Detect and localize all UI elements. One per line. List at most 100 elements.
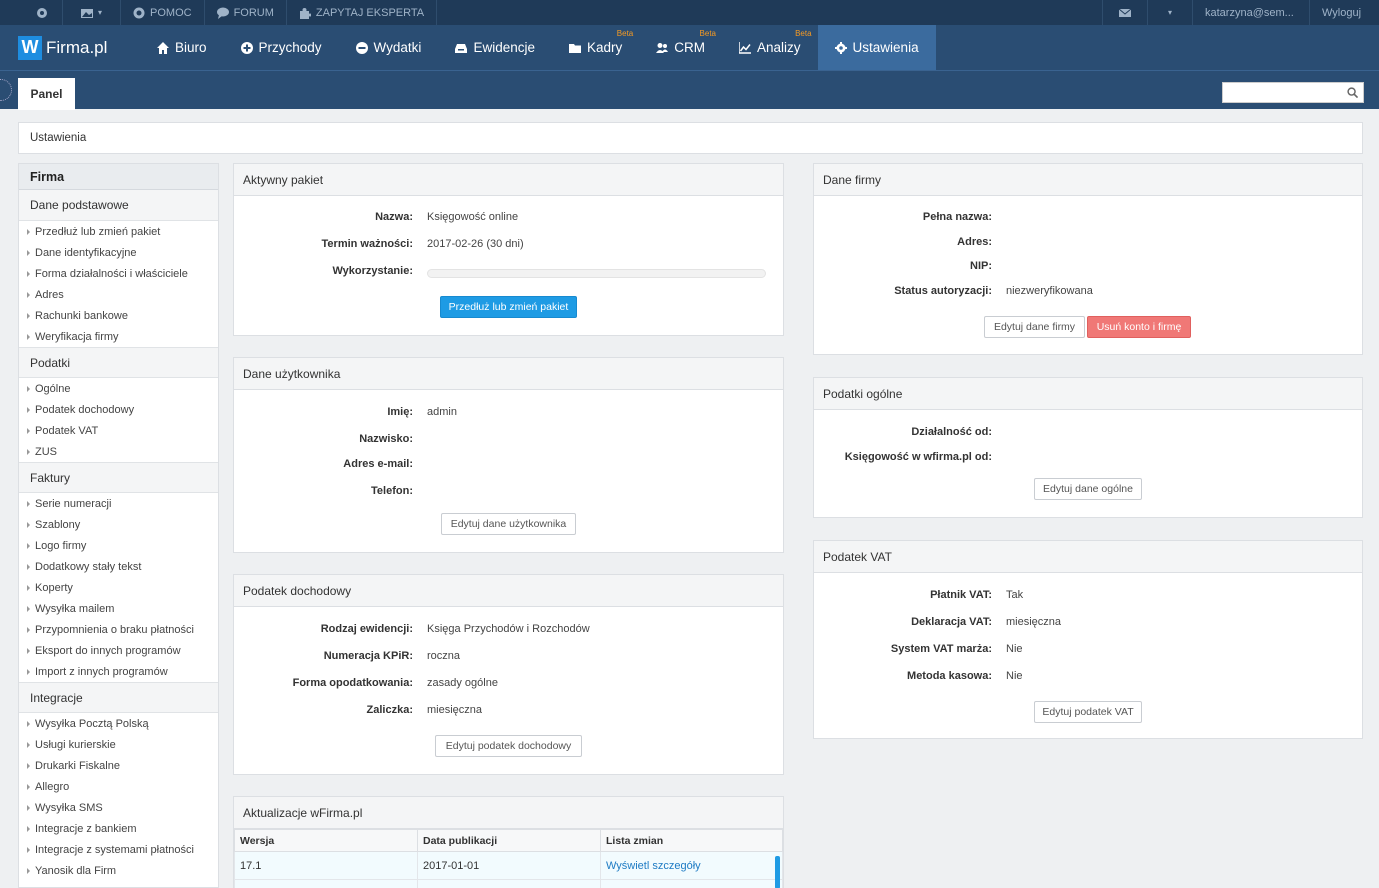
sidebar-item[interactable]: Podatek VAT — [19, 420, 218, 441]
field-row: Pełna nazwa: — [814, 211, 1362, 227]
users-icon — [656, 42, 669, 53]
sidebar-item[interactable]: Logo firmy — [19, 535, 218, 556]
tab-panel[interactable]: Panel — [18, 78, 75, 110]
nav-ewidencje[interactable]: Ewidencje — [438, 25, 552, 70]
nav-analizy[interactable]: Analizy Beta — [722, 25, 818, 70]
nav-biuro[interactable]: Biuro — [140, 25, 224, 70]
sidebar-item[interactable]: Wysyłka SMS — [19, 797, 218, 818]
column-header-version: Wersja — [234, 829, 418, 852]
top-bar-right: ▾ katarzyna@sem... Wyloguj — [1101, 0, 1379, 25]
logo-name: Firma.pl — [46, 37, 108, 57]
sidebar-item[interactable]: Drukarki Fiskalne — [19, 755, 218, 776]
caret-right-icon — [27, 647, 30, 654]
minus-circle-icon — [355, 41, 368, 54]
sidebar-item[interactable]: Allegro — [19, 776, 218, 797]
extend-package-button[interactable]: Przedłuż lub zmień pakiet — [440, 296, 577, 318]
sidebar-item[interactable]: Wysyłka mailem — [19, 598, 218, 619]
vat-margin-label: System VAT marża: — [890, 643, 992, 655]
caret-right-icon — [27, 584, 30, 591]
sidebar-item[interactable]: Przypomnienia o braku płatności — [19, 619, 218, 640]
media-menu[interactable]: ▾ — [63, 0, 122, 25]
nav-label: Biuro — [175, 40, 207, 55]
sidebar-item-label: Serie numeracji — [35, 497, 112, 510]
sidebar-item[interactable]: Podatek dochodowy — [19, 399, 218, 420]
help-link[interactable]: POMOC — [121, 0, 205, 25]
kpir-numbering-value: roczna — [427, 650, 461, 662]
sidebar-item[interactable]: Szablony — [19, 514, 218, 535]
messages-button[interactable] — [1101, 0, 1147, 25]
sidebar-item[interactable]: Serie numeracji — [19, 493, 218, 514]
logout-link[interactable]: Wyloguj — [1309, 0, 1379, 25]
field-row: Zaliczka: miesięczna — [234, 704, 783, 720]
table-row: 17.1 2017-01-01 Wyświetl szczegóły — [234, 851, 783, 880]
caret-right-icon — [27, 605, 30, 612]
sidebar-item-label: Podatek VAT — [35, 424, 99, 437]
sidebar-item[interactable]: ZUS — [19, 441, 218, 462]
vat-declaration-value: miesięczna — [1006, 616, 1062, 628]
delete-account-button[interactable]: Usuń konto i firmę — [1087, 316, 1191, 338]
sidebar-item[interactable]: Adres — [19, 284, 218, 305]
comment-icon — [216, 7, 229, 19]
gear-icon — [834, 41, 847, 54]
show-details-link[interactable]: Wyświetl szczegóły — [606, 860, 701, 872]
panel-title: Dane firmy — [814, 164, 1362, 196]
notifications-dropdown[interactable]: ▾ — [1146, 0, 1192, 25]
sidebar-item[interactable]: Usługi kurierskie — [19, 734, 218, 755]
sidebar-item-label: Ogólne — [35, 382, 71, 395]
nav-kadry[interactable]: Kadry Beta — [552, 25, 639, 70]
nav-label: Analizy — [757, 40, 801, 55]
sidebar-item[interactable]: Koperty — [19, 577, 218, 598]
search-icon[interactable] — [1347, 87, 1358, 98]
sidebar-item[interactable]: Integracje z systemami płatności — [19, 839, 218, 860]
sidebar-item[interactable]: Przedłuż lub zmień pakiet — [19, 221, 218, 242]
search-box[interactable] — [1222, 82, 1364, 103]
record-type-value: Księga Przychodów i Rozchodów — [427, 623, 590, 635]
sidebar-item[interactable]: Dane identyfikacyjne — [19, 242, 218, 263]
sidebar-item[interactable]: Wysyłka Pocztą Polską — [19, 713, 218, 734]
edit-company-button[interactable]: Edytuj dane firmy — [984, 316, 1085, 338]
sidebar-item-label: Adres — [35, 288, 64, 301]
user-menu[interactable]: katarzyna@sem... — [1192, 0, 1309, 25]
sidebar-item[interactable]: Ogólne — [19, 378, 218, 399]
nav-wydatki[interactable]: Wydatki — [339, 25, 439, 70]
sidebar-item[interactable]: Yanosik dla Firm — [19, 860, 218, 881]
search-input[interactable] — [1223, 83, 1341, 102]
sidebar-item[interactable]: Forma działalności i właściciele — [19, 263, 218, 284]
cash-method-label: Metoda kasowa: — [907, 670, 992, 682]
sidebar-item[interactable]: Import z innych programów — [19, 661, 218, 682]
field-row: NIP: — [814, 260, 1362, 276]
sidebar-item[interactable]: Weryfikacja firmy — [19, 326, 218, 347]
sidebar-item[interactable]: Dodatkowy stały tekst — [19, 556, 218, 577]
sidebar-item[interactable]: Rachunki bankowe — [19, 305, 218, 326]
logo[interactable]: W Firma.pl — [0, 25, 140, 70]
caret-right-icon — [27, 500, 30, 507]
first-name-label: Imię: — [387, 406, 413, 418]
sidebar-item[interactable]: Eksport do innych programów — [19, 640, 218, 661]
edit-vat-button[interactable]: Edytuj podatek VAT — [1034, 701, 1142, 723]
panel-title: Dane użytkownika — [234, 358, 783, 390]
breadcrumb-item[interactable]: Ustawienia — [30, 132, 86, 144]
edit-user-button[interactable]: Edytuj dane użytkownika — [441, 513, 576, 535]
table-scrollbar[interactable] — [775, 856, 780, 888]
settings-menu[interactable] — [0, 0, 63, 25]
sidebar-item[interactable]: Integracje z bankiem — [19, 818, 218, 839]
edit-general-data-button[interactable]: Edytuj dane ogólne — [1034, 478, 1142, 500]
advance-label: Zaliczka: — [366, 704, 413, 716]
edit-income-tax-button[interactable]: Edytuj podatek dochodowy — [435, 735, 582, 757]
nav-crm[interactable]: CRM Beta — [639, 25, 722, 70]
nav-label: Wydatki — [373, 40, 422, 55]
sidebar-section: Faktury — [19, 462, 218, 493]
forum-link[interactable]: FORUM — [205, 0, 287, 25]
nav-label: CRM — [674, 40, 706, 55]
package-term-label: Termin ważności: — [321, 238, 413, 250]
top-bar: ▾ POMOC FORUM ZAPYTAJ EKSPERTA ▾ katarzy… — [0, 0, 1379, 25]
caret-right-icon — [27, 762, 30, 769]
ask-expert-link[interactable]: ZAPYTAJ EKSPERTA — [287, 0, 438, 25]
taxation-form-value: zasady ogólne — [427, 677, 498, 689]
caret-right-icon — [27, 825, 30, 832]
nav-ustawienia[interactable]: Ustawienia — [817, 25, 936, 70]
auth-status-link[interactable]: niezweryfikowana — [1006, 285, 1093, 297]
nav-przychody[interactable]: Przychody — [224, 25, 339, 70]
sidebar-item-label: Forma działalności i właściciele — [35, 267, 188, 280]
caret-right-icon — [27, 291, 30, 298]
